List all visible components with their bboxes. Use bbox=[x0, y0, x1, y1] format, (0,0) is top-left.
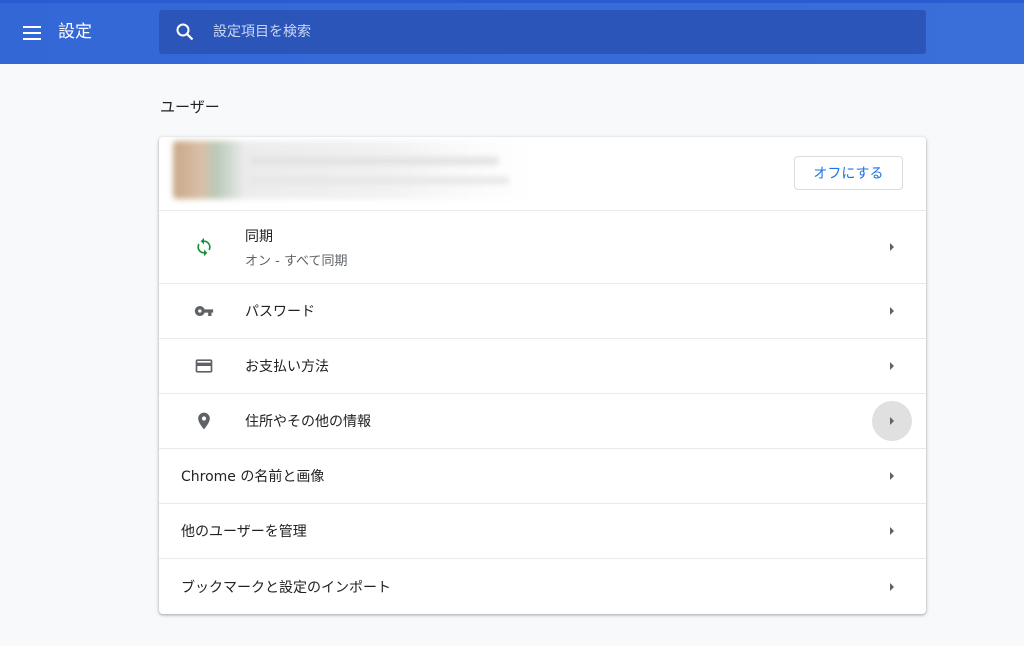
row-payment-methods-label: お支払い方法 bbox=[245, 359, 329, 375]
chevron-right-icon[interactable] bbox=[872, 401, 912, 441]
sync-title: 同期 bbox=[245, 228, 273, 245]
chevron-right-icon[interactable] bbox=[872, 511, 912, 551]
row-passwords-label: パスワード bbox=[245, 304, 315, 320]
row-payment-methods[interactable]: お支払い方法 bbox=[159, 339, 926, 394]
chevron-right-icon[interactable] bbox=[872, 456, 912, 496]
row-manage-other-people-label: 他のユーザーを管理 bbox=[181, 524, 307, 540]
row-import-bookmarks[interactable]: ブックマークと設定のインポート bbox=[159, 559, 926, 614]
turn-off-sync-button[interactable]: オフにする bbox=[794, 156, 903, 190]
account-email-blurred bbox=[249, 177, 509, 184]
hamburger-menu-icon[interactable] bbox=[20, 21, 44, 45]
chevron-right-icon[interactable] bbox=[872, 291, 912, 331]
section-title: ユーザー bbox=[160, 98, 220, 116]
people-card: オフにする 同期 オン - すべて同期 パスワード お支払い方法 住所やその他の… bbox=[159, 137, 926, 614]
row-addresses-label: 住所やその他の情報 bbox=[245, 414, 371, 430]
row-chrome-name-picture[interactable]: Chrome の名前と画像 bbox=[159, 449, 926, 504]
account-avatar-blurred bbox=[173, 141, 533, 199]
account-row: オフにする bbox=[159, 137, 926, 211]
search-input[interactable] bbox=[211, 23, 895, 41]
credit-card-icon bbox=[193, 355, 215, 377]
search-icon bbox=[175, 22, 195, 42]
row-sync[interactable]: 同期 オン - すべて同期 bbox=[159, 211, 926, 284]
row-import-bookmarks-label: ブックマークと設定のインポート bbox=[181, 579, 391, 596]
top-bar: 設定 bbox=[0, 0, 1024, 64]
search-box[interactable] bbox=[159, 10, 926, 54]
app-title: 設定 bbox=[58, 22, 92, 42]
chevron-right-icon[interactable] bbox=[872, 227, 912, 267]
sync-status: オン - すべて同期 bbox=[245, 253, 348, 269]
sync-icon bbox=[193, 236, 215, 258]
key-icon bbox=[193, 300, 215, 322]
row-passwords[interactable]: パスワード bbox=[159, 284, 926, 339]
location-pin-icon bbox=[193, 410, 215, 432]
account-name-blurred bbox=[249, 157, 499, 165]
row-sync-label: 同期 オン - すべて同期 bbox=[245, 226, 348, 269]
row-manage-other-people[interactable]: 他のユーザーを管理 bbox=[159, 504, 926, 559]
chevron-right-icon[interactable] bbox=[872, 567, 912, 607]
chevron-right-icon[interactable] bbox=[872, 346, 912, 386]
row-addresses[interactable]: 住所やその他の情報 bbox=[159, 394, 926, 449]
row-chrome-name-picture-label: Chrome の名前と画像 bbox=[181, 469, 325, 485]
